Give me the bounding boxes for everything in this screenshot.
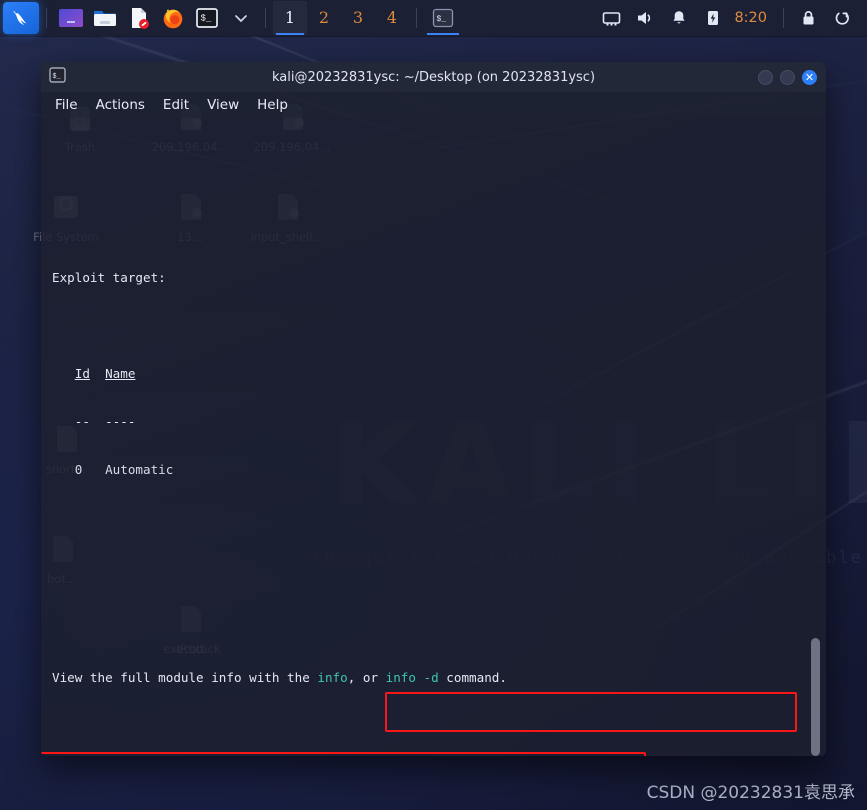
- target-col-id: Id: [74, 366, 90, 381]
- menu-view[interactable]: View: [207, 97, 239, 113]
- terminal-output[interactable]: Exploit target: Id Name -- ---- 0 Automa…: [41, 118, 826, 756]
- panel-separator: [416, 8, 417, 28]
- menu-actions[interactable]: Actions: [96, 97, 145, 113]
- window-title: kali@20232831ysc: ~/Desktop (on 20232831…: [271, 69, 596, 85]
- panel-separator: [46, 8, 47, 28]
- module-info-line: View the full module info with the info,…: [52, 670, 816, 686]
- workspace-3[interactable]: 3: [341, 1, 375, 35]
- info-line-mid: , or: [347, 670, 386, 685]
- panel-separator: [783, 8, 784, 28]
- panel-separator: [265, 8, 266, 28]
- menu-edit[interactable]: Edit: [163, 97, 189, 113]
- taskbar: $_ 1 2 3 4 $_ 8:20: [0, 0, 867, 36]
- terminal-icon: $_: [49, 67, 66, 87]
- target-row-name: Automatic: [105, 462, 174, 477]
- window-buttons: ✕: [758, 69, 826, 85]
- window-menubar: File Actions Edit View Help: [41, 92, 826, 118]
- power-icon[interactable]: [828, 4, 856, 32]
- csdn-watermark: CSDN @20232831袁思承: [646, 783, 855, 803]
- terminal-icon[interactable]: $_: [192, 3, 222, 33]
- terminal-window[interactable]: $_ kali@20232831ysc: ~/Desktop (on 20232…: [41, 62, 826, 756]
- workspace-4[interactable]: 4: [375, 1, 409, 35]
- network-icon[interactable]: [597, 4, 625, 32]
- system-tray: 8:20: [594, 4, 867, 32]
- taskbar-window-terminal[interactable]: $_: [424, 1, 462, 35]
- info-command: info: [317, 670, 348, 685]
- text-editor-icon[interactable]: [124, 3, 154, 33]
- annotation-box-connection: [385, 692, 797, 732]
- info-line-pre: View the full module info with the: [52, 670, 318, 685]
- volume-icon[interactable]: [631, 4, 659, 32]
- exploit-target-heading: Exploit target:: [52, 270, 166, 285]
- scrollbar-thumb[interactable]: [811, 638, 820, 756]
- svg-text:$_: $_: [52, 73, 61, 81]
- annotation-box-command: [41, 752, 646, 756]
- menu-help[interactable]: Help: [257, 97, 288, 113]
- svg-text:$_: $_: [437, 15, 447, 24]
- info-line-post: command.: [438, 670, 507, 685]
- target-table-rule: -- ----: [52, 414, 136, 429]
- menu-file[interactable]: File: [55, 97, 78, 113]
- lock-icon[interactable]: [794, 4, 822, 32]
- close-button[interactable]: ✕: [802, 69, 817, 85]
- target-col-name: Name: [105, 366, 136, 381]
- svg-text:$_: $_: [201, 14, 212, 24]
- workspace-2[interactable]: 2: [307, 1, 341, 35]
- file-manager-icon[interactable]: [90, 3, 120, 33]
- chevron-down-icon[interactable]: [226, 3, 256, 33]
- battery-icon[interactable]: [699, 4, 727, 32]
- maximize-button[interactable]: [780, 69, 795, 85]
- minimize-button[interactable]: [758, 69, 773, 85]
- workspace-1[interactable]: 1: [273, 1, 307, 35]
- info-d-command: info -d: [385, 670, 439, 685]
- clock[interactable]: 8:20: [734, 10, 767, 26]
- kali-menu-icon[interactable]: [3, 2, 39, 34]
- firefox-icon[interactable]: [158, 3, 188, 33]
- target-table-header: Id Name: [52, 366, 816, 382]
- notification-bell-icon[interactable]: [665, 4, 693, 32]
- window-titlebar[interactable]: $_ kali@20232831ysc: ~/Desktop (on 20232…: [41, 62, 826, 92]
- target-table-row: 0 Automatic: [52, 462, 816, 478]
- scrollbar-track[interactable]: [811, 126, 820, 756]
- app-grid-icon[interactable]: [56, 3, 86, 33]
